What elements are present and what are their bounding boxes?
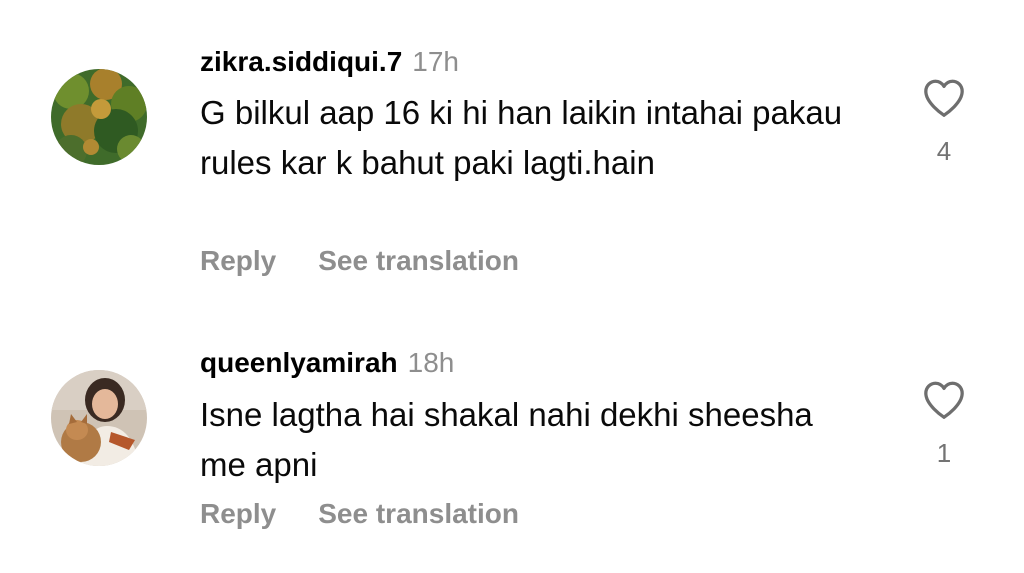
comment-header: queenlyamirah 18h [200, 346, 454, 380]
see-translation-button[interactable]: See translation [318, 498, 519, 529]
comment-actions: Reply See translation [200, 497, 519, 531]
reply-button[interactable]: Reply [200, 498, 276, 529]
username[interactable]: queenlyamirah [200, 347, 398, 378]
timestamp: 18h [407, 347, 455, 378]
like-count: 1 [936, 438, 952, 468]
person-with-cat-avatar-icon [51, 370, 147, 466]
heart-icon [924, 381, 964, 419]
avatar[interactable] [51, 370, 147, 466]
comment-text: Isne lagtha hai shakal nahi dekhi sheesh… [200, 396, 813, 483]
like-button[interactable]: 1 [918, 380, 970, 468]
comment-item: queenlyamirah 18h Isne lagtha hai shakal … [0, 0, 1024, 573]
